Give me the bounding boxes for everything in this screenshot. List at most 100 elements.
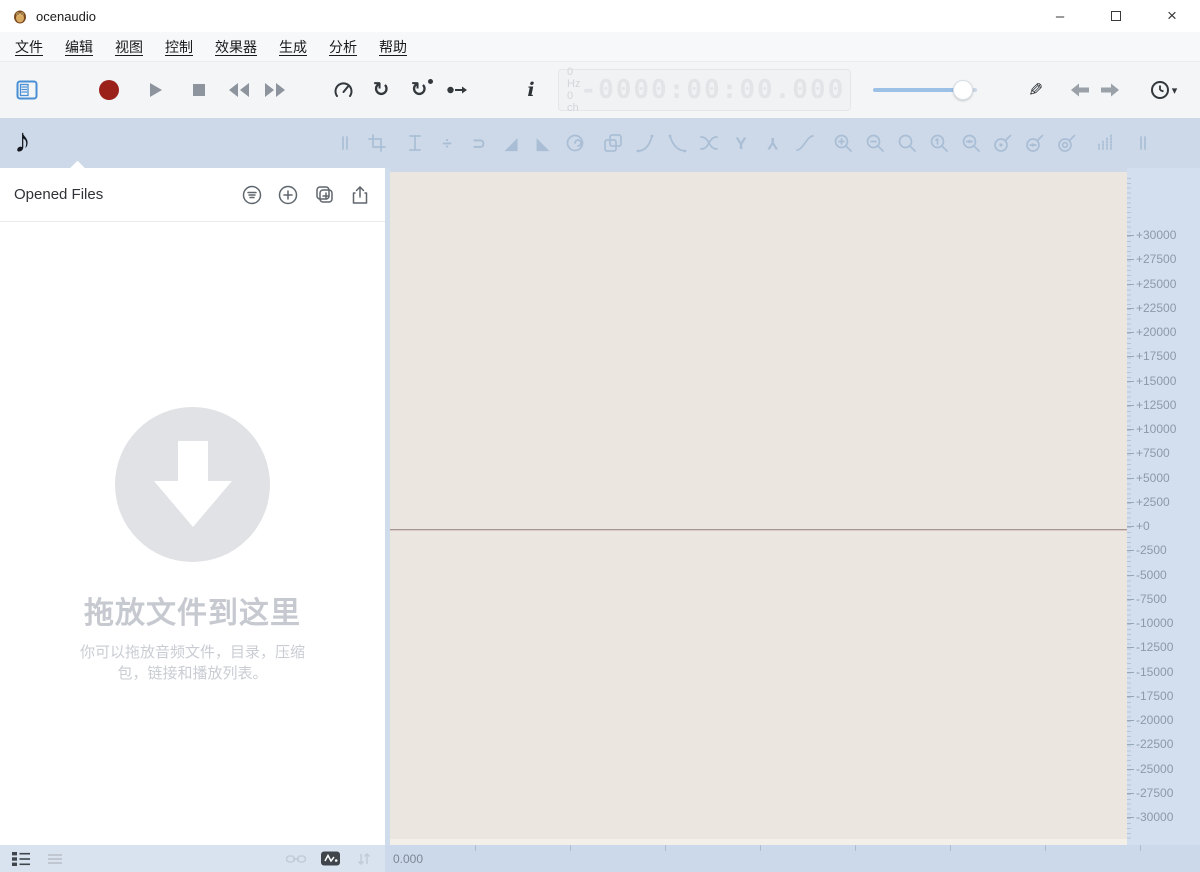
- menu-item[interactable]: 生成: [268, 37, 318, 57]
- levels-icon[interactable]: [1093, 131, 1117, 155]
- amplitude-label: +17500: [1136, 348, 1176, 364]
- amplitude-label: -30000: [1136, 809, 1173, 825]
- amplitude-label: +10000: [1136, 421, 1176, 437]
- curve-down-icon[interactable]: [665, 131, 689, 155]
- play-from-cursor-icon: [445, 79, 469, 101]
- record-icon: [99, 80, 119, 100]
- close-button[interactable]: ×: [1144, 0, 1200, 32]
- rewind-icon: [226, 79, 252, 101]
- duplicate-icon[interactable]: [601, 131, 625, 155]
- filter-files-button[interactable]: [241, 184, 263, 206]
- menu-item[interactable]: 效果器: [204, 37, 268, 57]
- zoom-one-icon[interactable]: [927, 131, 951, 155]
- amplitude-label: -7500: [1136, 591, 1167, 607]
- amplitude-label: +25000: [1136, 276, 1176, 292]
- amplitude-label: +0: [1136, 518, 1150, 534]
- play-button[interactable]: [142, 77, 168, 103]
- export-file-button[interactable]: [349, 184, 371, 206]
- volume-slider[interactable]: [873, 80, 977, 100]
- menu-item[interactable]: 编辑: [54, 37, 104, 57]
- zoom-out-icon[interactable]: [863, 131, 887, 155]
- trim-icon[interactable]: [403, 131, 427, 155]
- sidebar-toggle-button[interactable]: [14, 77, 40, 103]
- add-icon: [277, 184, 299, 206]
- sort-button[interactable]: [353, 850, 375, 868]
- menu-bar: 文件编辑视图控制效果器生成分析帮助: [0, 32, 1200, 62]
- amplitude-label: -15000: [1136, 664, 1173, 680]
- stop-button[interactable]: [186, 77, 212, 103]
- loop-selection-button[interactable]: ↻: [406, 77, 432, 103]
- link-channels-button[interactable]: [285, 850, 307, 868]
- content-area: Opened Files 拖放文件到这里 你可以拖: [0, 168, 1200, 845]
- sidebar-title: Opened Files: [14, 186, 103, 203]
- rewind-button[interactable]: [226, 77, 252, 103]
- envelope-icon[interactable]: [793, 131, 817, 155]
- sidebar-toggle-icon: [15, 78, 39, 102]
- add-file-button[interactable]: [277, 184, 299, 206]
- loop-icon: ↻: [373, 80, 390, 100]
- minimize-button[interactable]: –: [1032, 0, 1088, 32]
- amplitude-label: -12500: [1136, 639, 1173, 655]
- amplitude-label: +12500: [1136, 397, 1176, 413]
- add-group-button[interactable]: [313, 184, 335, 206]
- vertical-zoom-out-icon[interactable]: [1023, 131, 1047, 155]
- merge-branch-icon[interactable]: Y: [761, 131, 785, 155]
- time-counter: -0000:00:00.000: [580, 75, 845, 105]
- sidebar-footer: [0, 845, 385, 872]
- edit-toolbar: ♪ ÷ ⊃ ◢ ◣ Y Y: [0, 118, 1200, 168]
- playback-speed-button[interactable]: [330, 77, 356, 103]
- status-bar: 0.000: [0, 845, 1200, 872]
- redo-button[interactable]: [1097, 77, 1123, 103]
- dropzone-title: 拖放文件到这里: [84, 588, 301, 632]
- crop-icon[interactable]: [365, 131, 389, 155]
- play-icon: [144, 79, 166, 101]
- time-ruler[interactable]: 0.000: [385, 845, 1200, 872]
- split-branch-icon[interactable]: Y: [729, 131, 753, 155]
- crossfade-icon[interactable]: [697, 131, 721, 155]
- vertical-zoom-reset-icon[interactable]: [1055, 131, 1079, 155]
- amplitude-label: +7500: [1136, 445, 1170, 461]
- menu-item[interactable]: 视图: [104, 37, 154, 57]
- menu-item[interactable]: 文件: [4, 37, 54, 57]
- amplitude-scale[interactable]: +30000+27500+25000+22500+20000+17500+150…: [1127, 168, 1200, 845]
- fade-in-icon[interactable]: ◢: [499, 131, 523, 155]
- history-button[interactable]: ▾: [1145, 77, 1181, 103]
- share-icon: [349, 184, 371, 206]
- audio-tab-note-icon[interactable]: ♪: [14, 124, 31, 158]
- fade-out-icon[interactable]: ◣: [531, 131, 555, 155]
- amplify-icon[interactable]: [563, 131, 587, 155]
- reverse-icon[interactable]: ⊃: [467, 131, 491, 155]
- undo-button[interactable]: [1067, 77, 1093, 103]
- amplitude-label: -25000: [1136, 761, 1173, 777]
- amplitude-label: -17500: [1136, 688, 1173, 704]
- chevron-down-icon: ▾: [1172, 84, 1178, 97]
- amplitude-label: +2500: [1136, 494, 1170, 510]
- amplitude-label: -20000: [1136, 712, 1173, 728]
- split-icon[interactable]: ÷: [435, 131, 459, 155]
- loop-button[interactable]: ↻: [368, 77, 394, 103]
- menu-item[interactable]: 分析: [318, 37, 368, 57]
- separator-grip: [333, 131, 357, 155]
- play-from-cursor-button[interactable]: [444, 77, 470, 103]
- info-button[interactable]: i: [518, 77, 544, 103]
- volume-thumb[interactable]: [953, 80, 973, 100]
- compact-list-view-button[interactable]: [44, 850, 66, 868]
- menu-item[interactable]: 控制: [154, 37, 204, 57]
- curve-up-icon[interactable]: [633, 131, 657, 155]
- zoom-selection-icon[interactable]: [959, 131, 983, 155]
- edit-cursor-button[interactable]: ✎: [1023, 77, 1049, 103]
- sample-rate-value: 0 Hz: [567, 66, 580, 90]
- vertical-zoom-in-icon[interactable]: [991, 131, 1015, 155]
- maximize-button[interactable]: [1088, 0, 1144, 32]
- file-dropzone[interactable]: 拖放文件到这里 你可以拖放音频文件，目录，压缩包，链接和播放列表。: [0, 222, 385, 845]
- zoom-in-icon[interactable]: [831, 131, 855, 155]
- menu-item[interactable]: 帮助: [368, 37, 418, 57]
- amplitude-label: +27500: [1136, 251, 1176, 267]
- waveform-view-button[interactable]: [319, 850, 341, 868]
- zoom-all-icon[interactable]: [895, 131, 919, 155]
- detailed-list-view-button[interactable]: [10, 850, 32, 868]
- sidebar-header: Opened Files: [0, 168, 385, 222]
- waveform-canvas[interactable]: [390, 172, 1127, 845]
- fast-forward-button[interactable]: [262, 77, 288, 103]
- record-button[interactable]: [96, 77, 122, 103]
